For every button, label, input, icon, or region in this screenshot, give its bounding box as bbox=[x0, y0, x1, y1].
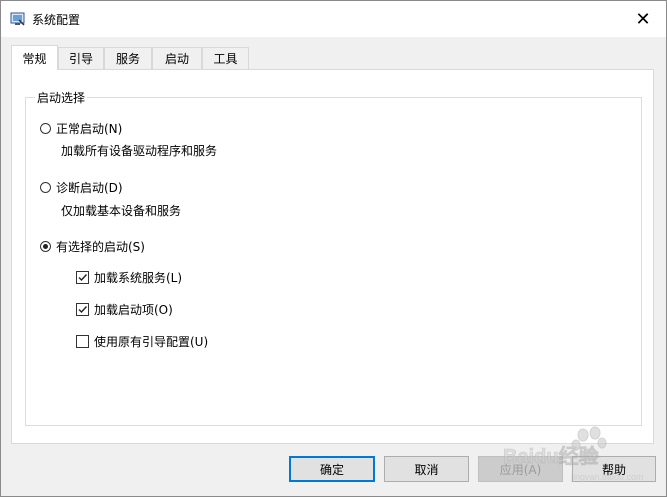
general-tab-panel: 启动选择 正常启动(N) 加载所有设备驱动程序和服务 诊断启动(D) 仅加载基本… bbox=[11, 69, 654, 444]
tab-boot[interactable]: 引导 bbox=[58, 47, 104, 69]
msconfig-app-icon bbox=[10, 12, 25, 26]
watermark-subtext: jingyan.baidu.com bbox=[570, 472, 644, 482]
diagnostic-startup-label: 诊断启动(D) bbox=[56, 181, 123, 195]
load-system-services-label: 加载系统服务(L) bbox=[94, 271, 183, 285]
tab-tools[interactable]: 工具 bbox=[202, 47, 249, 69]
tab-general[interactable]: 常规 bbox=[11, 45, 58, 70]
use-original-boot-config-label: 使用原有引导配置(U) bbox=[94, 335, 209, 349]
diagnostic-startup-radio[interactable]: 诊断启动(D) bbox=[40, 179, 123, 196]
use-original-boot-config-checkbox[interactable]: 使用原有引导配置(U) bbox=[76, 333, 208, 350]
load-startup-items-label: 加载启动项(O) bbox=[94, 303, 173, 317]
system-config-window: 系统配置 ✕ 常规 引导 服务 启动 工具 启动选择 正常启动(N) 加载所有设… bbox=[0, 0, 667, 497]
normal-startup-radio[interactable]: 正常启动(N) bbox=[40, 120, 122, 137]
normal-startup-desc: 加载所有设备驱动程序和服务 bbox=[61, 144, 218, 158]
ok-button[interactable]: 确定 bbox=[289, 456, 375, 482]
startup-selection-group: 启动选择 正常启动(N) 加载所有设备驱动程序和服务 诊断启动(D) 仅加载基本… bbox=[25, 89, 642, 426]
cancel-button[interactable]: 取消 bbox=[384, 456, 469, 482]
baidu-jingyan-watermark: Baidu经验 jingyan.baidu.com bbox=[503, 426, 644, 482]
normal-startup-label: 正常启动(N) bbox=[56, 122, 123, 136]
watermark-text: Baidu经验 bbox=[503, 444, 599, 468]
diagnostic-startup-desc: 仅加载基本设备和服务 bbox=[61, 204, 182, 218]
load-startup-items-checkbox[interactable]: 加载启动项(O) bbox=[76, 301, 173, 318]
title-bar: 系统配置 ✕ bbox=[1, 1, 666, 37]
checkbox-unchecked-icon bbox=[76, 335, 89, 348]
tab-services[interactable]: 服务 bbox=[104, 47, 152, 69]
close-button[interactable]: ✕ bbox=[620, 1, 666, 37]
radio-circle-icon bbox=[40, 123, 51, 134]
load-system-services-checkbox[interactable]: 加载系统服务(L) bbox=[76, 269, 182, 286]
checkbox-checked-icon bbox=[76, 303, 89, 316]
selective-startup-label: 有选择的启动(S) bbox=[56, 240, 145, 254]
radio-circle-icon bbox=[40, 182, 51, 193]
tab-startup[interactable]: 启动 bbox=[152, 47, 202, 69]
close-icon: ✕ bbox=[635, 8, 651, 30]
checkbox-checked-icon bbox=[76, 271, 89, 284]
selective-startup-radio[interactable]: 有选择的启动(S) bbox=[40, 238, 145, 255]
group-legend: 启动选择 bbox=[35, 89, 88, 106]
window-title: 系统配置 bbox=[32, 13, 81, 27]
radio-selected-icon bbox=[40, 241, 51, 252]
